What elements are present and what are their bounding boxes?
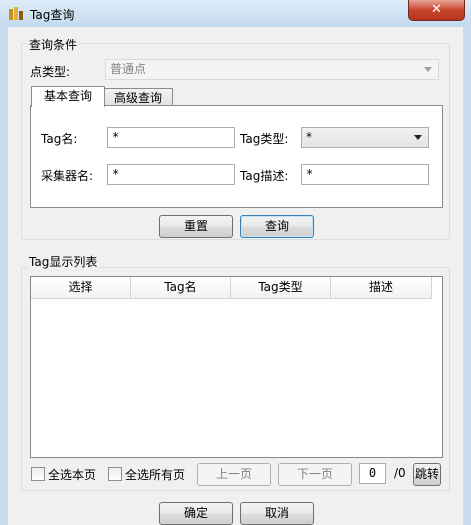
prev-page-button[interactable]: 上一页 bbox=[197, 463, 271, 486]
column-header-select[interactable]: 选择 bbox=[31, 277, 131, 299]
collector-name-input[interactable]: * bbox=[107, 164, 235, 185]
tag-type-combo[interactable]: * bbox=[301, 127, 429, 148]
tag-description-input[interactable]: * bbox=[301, 164, 429, 185]
select-all-pages-checkbox[interactable] bbox=[108, 467, 122, 481]
ok-button[interactable]: 确定 bbox=[159, 502, 233, 525]
tag-type-value: * bbox=[306, 130, 312, 144]
column-header-tag-type[interactable]: Tag类型 bbox=[231, 277, 331, 299]
basic-query-panel: Tag名: * Tag类型: * 采集器名: * Tag描述: * bbox=[30, 105, 443, 208]
tag-list-table[interactable]: 选择 Tag名 Tag类型 描述 bbox=[30, 276, 443, 458]
chevron-down-icon bbox=[414, 135, 422, 140]
reset-button[interactable]: 重置 bbox=[159, 215, 233, 238]
page-number-input[interactable]: 0 bbox=[359, 463, 386, 484]
select-all-pages-label: 全选所有页 bbox=[125, 468, 186, 482]
query-button[interactable]: 查询 bbox=[240, 215, 314, 238]
jump-button[interactable]: 跳转 bbox=[413, 463, 441, 486]
collector-name-label: 采集器名: bbox=[41, 169, 94, 183]
column-header-description[interactable]: 描述 bbox=[331, 277, 432, 299]
column-header-tag-name[interactable]: Tag名 bbox=[131, 277, 231, 299]
tag-description-label: Tag描述: bbox=[240, 169, 289, 183]
app-icon bbox=[8, 6, 24, 22]
tab-basic-query[interactable]: 基本查询 bbox=[31, 86, 105, 107]
page-total: /0 bbox=[394, 466, 406, 480]
tag-name-label: Tag名: bbox=[41, 132, 78, 146]
table-header: 选择 Tag名 Tag类型 描述 bbox=[31, 277, 442, 299]
tag-list-label: Tag显示列表 bbox=[27, 253, 100, 270]
point-type-label: 点类型: bbox=[30, 65, 71, 79]
select-page-label: 全选本页 bbox=[48, 468, 97, 482]
point-type-combo: 普通点 bbox=[105, 59, 439, 80]
window-title: Tag查询 bbox=[30, 8, 75, 22]
title-bar: Tag查询 ✕ bbox=[0, 0, 471, 27]
next-page-button[interactable]: 下一页 bbox=[278, 463, 352, 486]
close-button[interactable]: ✕ bbox=[408, 0, 465, 21]
point-type-value: 普通点 bbox=[110, 62, 147, 76]
dialog-client-area: 查询条件 点类型: 普通点 基本查询 高级查询 Tag名: * Tag类型: *… bbox=[8, 27, 463, 525]
tag-type-label: Tag类型: bbox=[240, 132, 289, 146]
query-conditions-label: 查询条件 bbox=[27, 36, 80, 53]
cancel-button[interactable]: 取消 bbox=[240, 502, 314, 525]
select-page-checkbox[interactable] bbox=[31, 467, 45, 481]
tag-name-input[interactable]: * bbox=[107, 127, 235, 148]
chevron-down-icon bbox=[424, 67, 432, 72]
